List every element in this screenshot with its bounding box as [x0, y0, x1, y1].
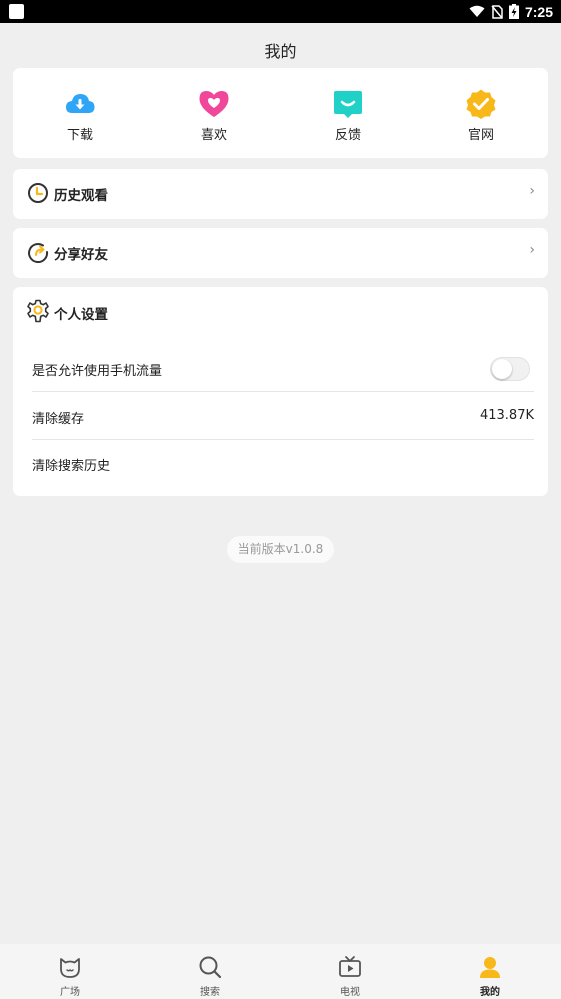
page-title: 我的	[264, 42, 297, 61]
settings-card: 个人设置 是否允许使用手机流量 清除缓存 413.87K 清除搜索历史	[13, 287, 548, 496]
official-site-label: 官网	[467, 128, 494, 143]
clear-search-history-row[interactable]: 清除搜索历史	[32, 440, 534, 487]
quick-actions-card: 下载 喜欢 反馈 官网	[13, 68, 548, 158]
user-icon	[480, 957, 500, 978]
clear-cache-label: 清除缓存	[32, 412, 85, 427]
verified-badge-icon	[466, 89, 496, 119]
tab-mine-label: 我的	[480, 987, 500, 998]
chevron-right-icon: ›	[529, 242, 535, 258]
history-row[interactable]: 历史观看 ›	[13, 169, 548, 219]
history-label: 历史观看	[54, 188, 108, 204]
download-label: 下载	[66, 128, 93, 143]
tab-mine[interactable]: 我的	[420, 944, 560, 999]
bottom-tab-bar: 广场 搜索 电视 我的	[0, 944, 561, 999]
gear-icon	[27, 299, 49, 323]
feedback-chat-icon	[334, 91, 362, 118]
status-time: 7:25	[524, 3, 553, 20]
tv-icon	[339, 956, 361, 977]
heart-icon	[199, 91, 229, 117]
share-icon	[28, 243, 49, 263]
official-site-button[interactable]: 官网	[414, 68, 548, 158]
search-icon	[199, 956, 222, 979]
mobile-data-label: 是否允许使用手机流量	[32, 364, 163, 379]
share-label: 分享好友	[54, 247, 108, 263]
feedback-label: 反馈	[334, 128, 361, 143]
toggle-knob	[492, 359, 512, 379]
cache-size-value: 413.87K	[479, 408, 534, 423]
feedback-button[interactable]: 反馈	[281, 68, 415, 158]
cat-face-icon	[60, 958, 80, 978]
download-button[interactable]: 下载	[13, 68, 147, 158]
version-badge: 当前版本v1.0.8	[227, 536, 334, 563]
tab-tv-label: 电视	[340, 987, 360, 998]
favorites-button[interactable]: 喜欢	[147, 68, 281, 158]
share-row[interactable]: 分享好友 ›	[13, 228, 548, 278]
chevron-right-icon: ›	[529, 183, 535, 199]
clear-search-history-label: 清除搜索历史	[32, 459, 111, 474]
system-icons: 7:25	[469, 0, 553, 23]
tab-tv[interactable]: 电视	[280, 944, 420, 999]
tab-search-label: 搜索	[200, 987, 220, 998]
status-bar: 7:25	[0, 0, 561, 23]
battery-charging-icon	[508, 4, 519, 19]
tab-square[interactable]: 广场	[0, 944, 140, 999]
clock-icon	[28, 183, 48, 203]
settings-title: 个人设置	[54, 307, 108, 323]
mobile-data-toggle[interactable]	[490, 357, 530, 381]
mobile-data-row: 是否允许使用手机流量	[32, 345, 534, 392]
wifi-icon	[469, 5, 485, 17]
no-sim-icon	[491, 4, 503, 19]
tab-search[interactable]: 搜索	[140, 944, 280, 999]
clear-cache-row[interactable]: 清除缓存 413.87K	[32, 393, 534, 440]
app-notification-icon	[9, 4, 24, 19]
favorites-label: 喜欢	[200, 128, 227, 143]
tab-square-label: 广场	[60, 987, 80, 998]
cloud-download-icon	[66, 94, 95, 113]
